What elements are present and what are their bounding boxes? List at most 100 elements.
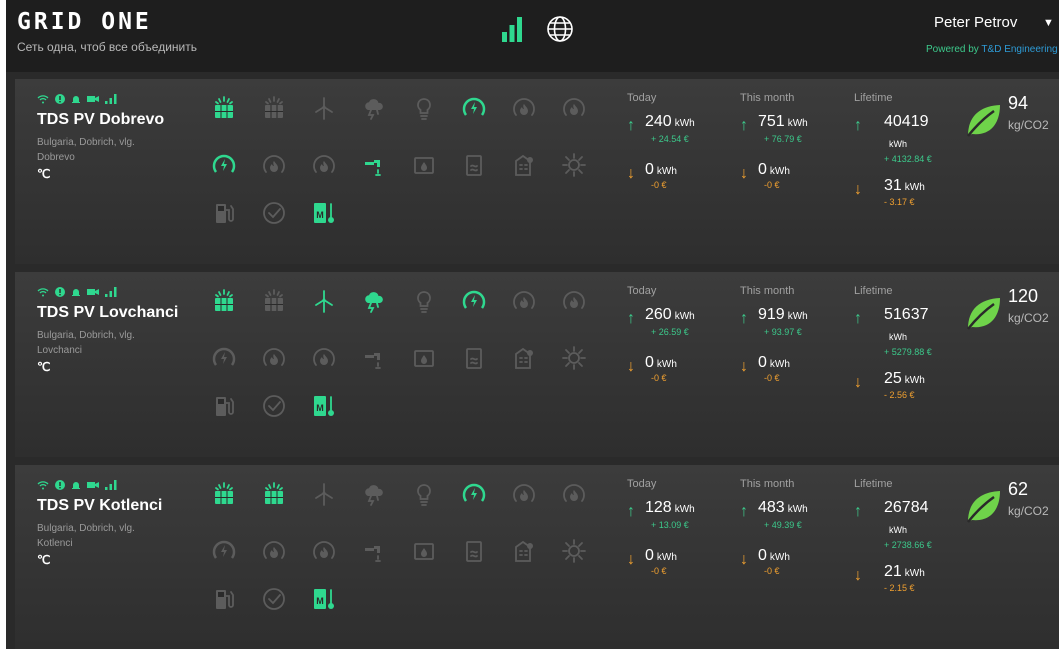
- co2-value: 94: [1008, 93, 1029, 113]
- solar-panel-icon[interactable]: [262, 289, 286, 313]
- wind-turbine-icon[interactable]: [312, 96, 336, 120]
- water-tap-icon[interactable]: [362, 153, 386, 177]
- building-icon[interactable]: [512, 346, 536, 370]
- plant-card-lovchanci[interactable]: TDS PV Lovchanci Bulgaria, Dobrich, vlg. L…: [15, 272, 1059, 457]
- flame-gauge-icon[interactable]: [562, 289, 586, 313]
- today-produced-value: 240: [645, 113, 672, 130]
- location-line: Bulgaria, Dobrich, vlg.: [37, 330, 135, 341]
- user-name[interactable]: Peter Petrov: [934, 14, 1017, 31]
- month-consumed: 0 kWh: [758, 161, 790, 179]
- co2-value: 120: [1008, 286, 1039, 306]
- solar-panel-icon[interactable]: [262, 96, 286, 120]
- water-tap-icon[interactable]: [362, 539, 386, 563]
- sun-settings-icon[interactable]: [562, 346, 586, 370]
- charging-station-icon[interactable]: [212, 587, 236, 611]
- status-icons: [37, 477, 117, 495]
- sun-settings-icon[interactable]: [562, 539, 586, 563]
- flame-gauge-icon[interactable]: [262, 153, 286, 177]
- camera-icon: [87, 91, 99, 109]
- month-produced-value: 483: [758, 499, 785, 516]
- thermometer-icon[interactable]: M: [312, 394, 336, 418]
- month-consumed-value: 0: [758, 547, 767, 564]
- month-consumed-unit: kWh: [769, 552, 790, 563]
- power-meter-icon[interactable]: [212, 346, 236, 370]
- consumption-arrow-icon: ↓: [627, 165, 635, 182]
- lifetime-consumed: 25 kWh: [884, 370, 925, 388]
- plant-card-dobrevo[interactable]: TDS PV Dobrevo Bulgaria, Dobrich, vlg. Dob…: [15, 79, 1059, 264]
- month-produced-eur: + 93.97 €: [764, 327, 802, 337]
- plant-name[interactable]: TDS PV Lovchanci: [37, 304, 178, 322]
- today-consumed-unit: kWh: [656, 166, 677, 177]
- power-meter-icon[interactable]: [462, 482, 486, 506]
- bulb-icon[interactable]: [412, 289, 436, 313]
- water-tap-icon[interactable]: [362, 346, 386, 370]
- flame-gauge-icon[interactable]: [562, 482, 586, 506]
- charging-station-icon[interactable]: [212, 201, 236, 225]
- powered-by-brand[interactable]: T&D Engineering: [981, 44, 1057, 55]
- power-meter-icon[interactable]: [212, 153, 236, 177]
- water-tank-icon[interactable]: [412, 346, 436, 370]
- consumption-arrow-icon: ↓: [627, 551, 635, 568]
- water-tank-icon[interactable]: [412, 539, 436, 563]
- thermometer-icon[interactable]: M: [312, 587, 336, 611]
- wind-turbine-icon[interactable]: [312, 289, 336, 313]
- today-consumed-value: 0: [645, 161, 654, 178]
- checkmark-icon[interactable]: [262, 394, 286, 418]
- signal-icon: [105, 91, 117, 109]
- flame-gauge-icon[interactable]: [512, 96, 536, 120]
- power-meter-icon[interactable]: [462, 289, 486, 313]
- temperature-unit: ℃: [37, 553, 51, 567]
- app-logo[interactable]: GRID ONE: [17, 9, 152, 35]
- lifetime-consumed-eur: - 2.15 €: [884, 583, 915, 593]
- flame-gauge-icon[interactable]: [562, 96, 586, 120]
- camera-icon: [87, 284, 99, 302]
- power-meter-icon[interactable]: [212, 539, 236, 563]
- bulb-icon[interactable]: [412, 96, 436, 120]
- bulb-icon[interactable]: [412, 482, 436, 506]
- flame-gauge-icon[interactable]: [312, 346, 336, 370]
- lifetime-consumed-eur: - 2.56 €: [884, 390, 915, 400]
- flame-gauge-icon[interactable]: [262, 539, 286, 563]
- boiler-icon[interactable]: [462, 539, 486, 563]
- stats-icon[interactable]: [501, 16, 523, 44]
- weather-cloud-icon[interactable]: [362, 482, 386, 506]
- today-consumed-unit: kWh: [656, 552, 677, 563]
- today-produced: 240 kWh: [645, 113, 695, 131]
- solar-panel-icon[interactable]: [212, 289, 236, 313]
- wind-turbine-icon[interactable]: [312, 482, 336, 506]
- checkmark-icon[interactable]: [262, 201, 286, 225]
- solar-panel-icon[interactable]: [212, 96, 236, 120]
- weather-cloud-icon[interactable]: [362, 96, 386, 120]
- flame-gauge-icon[interactable]: [512, 482, 536, 506]
- thermometer-icon[interactable]: M: [312, 201, 336, 225]
- boiler-icon[interactable]: [462, 346, 486, 370]
- plant-card-kotlenci[interactable]: TDS PV Kotlenci Bulgaria, Dobrich, vlg. Ko…: [15, 465, 1059, 649]
- user-menu-caret-icon[interactable]: ▼: [1043, 17, 1054, 29]
- today-consumed: 0 kWh: [645, 547, 677, 565]
- sun-settings-icon[interactable]: [562, 153, 586, 177]
- flame-gauge-icon[interactable]: [262, 346, 286, 370]
- flame-gauge-icon[interactable]: [312, 539, 336, 563]
- boiler-icon[interactable]: [462, 153, 486, 177]
- weather-cloud-icon[interactable]: [362, 289, 386, 313]
- today-label: Today: [627, 478, 657, 490]
- water-tank-icon[interactable]: [412, 153, 436, 177]
- today-consumed-value: 0: [645, 547, 654, 564]
- plant-name[interactable]: TDS PV Dobrevo: [37, 111, 164, 129]
- solar-panel-icon[interactable]: [212, 482, 236, 506]
- production-arrow-icon: ↑: [627, 503, 635, 520]
- building-icon[interactable]: [512, 539, 536, 563]
- flame-gauge-icon[interactable]: [312, 153, 336, 177]
- flame-gauge-icon[interactable]: [512, 289, 536, 313]
- power-meter-icon[interactable]: [462, 96, 486, 120]
- consumption-arrow-icon: ↓: [740, 551, 748, 568]
- globe-icon[interactable]: [546, 15, 574, 43]
- app-tagline: Сеть одна, чтоб все объединить: [17, 40, 197, 54]
- location-line: Bulgaria, Dobrich, vlg.: [37, 137, 135, 148]
- checkmark-icon[interactable]: [262, 587, 286, 611]
- plant-name[interactable]: TDS PV Kotlenci: [37, 497, 162, 515]
- building-icon[interactable]: [512, 153, 536, 177]
- today-produced: 128 kWh: [645, 499, 695, 517]
- charging-station-icon[interactable]: [212, 394, 236, 418]
- solar-panel-icon[interactable]: [262, 482, 286, 506]
